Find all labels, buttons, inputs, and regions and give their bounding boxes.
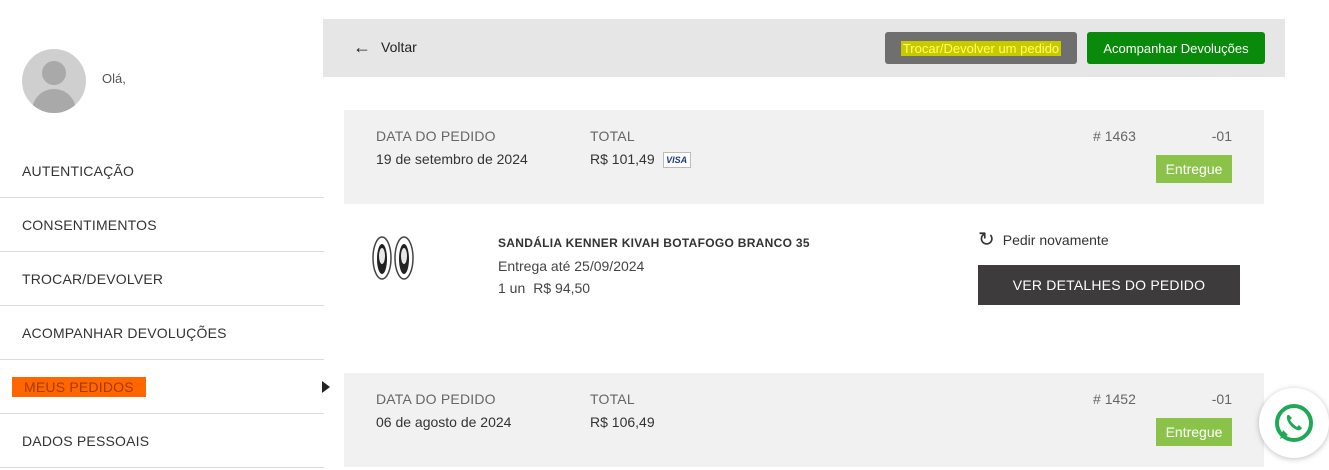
reorder-link[interactable]: ↻ Pedir novamente — [978, 230, 1109, 250]
whatsapp-button[interactable] — [1259, 388, 1329, 458]
acompanhar-devolucoes-button[interactable]: Acompanhar Devoluções — [1087, 32, 1265, 64]
product-quantity-price: 1 un R$ 94,50 — [498, 280, 590, 296]
order-date: 19 de setembro de 2024 — [376, 151, 528, 167]
order-item: SANDÁLIA KENNER KIVAH BOTAFOGO BRANCO 35… — [344, 204, 1264, 354]
sidebar-item-consentimentos[interactable]: CONSENTIMENTOS — [0, 198, 324, 252]
delivery-date: Entrega até 25/09/2024 — [498, 258, 645, 274]
order-date-label: DATA DO PEDIDO — [376, 391, 496, 407]
sidebar-item-label: DADOS PESSOAIS — [22, 432, 150, 449]
status-badge: Entregue — [1156, 418, 1232, 446]
order-number: # 1452 -01 — [1093, 391, 1232, 407]
user-profile: Olá, — [22, 48, 126, 114]
order-number-value: # 1463 — [1093, 128, 1136, 144]
sidebar-item-label: ACOMPANHAR DEVOLUÇÕES — [22, 324, 227, 341]
sidebar-item-trocar-devolver[interactable]: TROCAR/DEVOLVER — [0, 252, 324, 306]
caret-right-icon — [322, 380, 330, 393]
back-label: Voltar — [381, 39, 417, 55]
orders-toolbar: ← Voltar Trocar/Devolver um pedido Acomp… — [323, 19, 1285, 77]
account-menu: AUTENTICAÇÃO CONSENTIMENTOS TROCAR/DEVOL… — [0, 144, 330, 468]
sidebar-item-label: MEUS PEDIDOS — [12, 376, 146, 397]
order-date: 06 de agosto de 2024 — [376, 414, 512, 430]
sandal-product-image[interactable] — [370, 234, 416, 282]
product-name[interactable]: SANDÁLIA KENNER KIVAH BOTAFOGO BRANCO 35 — [498, 236, 810, 250]
order-details-button[interactable]: VER DETALHES DO PEDIDO — [978, 265, 1240, 305]
product-quantity: 1 un — [498, 280, 526, 296]
sidebar-item-autenticacao[interactable]: AUTENTICAÇÃO — [0, 144, 324, 198]
refresh-icon: ↻ — [978, 229, 995, 251]
user-greeting: Olá, — [102, 70, 126, 86]
order-date-label: DATA DO PEDIDO — [376, 128, 496, 144]
order-total: R$ 106,49 — [590, 414, 655, 430]
trocar-devolver-button[interactable]: Trocar/Devolver um pedido — [885, 32, 1077, 64]
avatar — [22, 49, 86, 113]
sidebar-item-label: AUTENTICAÇÃO — [22, 162, 135, 179]
sidebar-item-label: TROCAR/DEVOLVER — [22, 270, 164, 287]
status-badge: Entregue — [1156, 155, 1232, 183]
whatsapp-icon — [1275, 404, 1313, 442]
order-number-value: # 1452 — [1093, 391, 1136, 407]
order-total-row: R$ 101,49 VISA — [590, 151, 691, 169]
back-link[interactable]: ← Voltar — [353, 38, 417, 56]
visa-card-icon: VISA — [662, 152, 691, 169]
order-total-label: TOTAL — [590, 391, 635, 407]
reorder-label: Pedir novamente — [1002, 232, 1109, 248]
order-total-label: TOTAL — [590, 128, 635, 144]
order-header: DATA DO PEDIDO 06 de agosto de 2024 TOTA… — [344, 373, 1264, 467]
trocar-devolver-label: Trocar/Devolver um pedido — [900, 40, 1062, 56]
sidebar-item-label: CONSENTIMENTOS — [22, 216, 157, 233]
order-number: # 1463 -01 — [1093, 128, 1232, 144]
order-total: R$ 101,49 — [590, 151, 655, 167]
sidebar-item-meus-pedidos[interactable]: MEUS PEDIDOS — [0, 360, 330, 414]
order-header: DATA DO PEDIDO 19 de setembro de 2024 TO… — [344, 110, 1264, 204]
product-price: R$ 94,50 — [533, 280, 591, 296]
order-number-suffix: -01 — [1211, 391, 1232, 407]
sidebar-item-dados-pessoais[interactable]: DADOS PESSOAIS — [0, 414, 324, 468]
sidebar-item-acompanhar-devolucoes[interactable]: ACOMPANHAR DEVOLUÇÕES — [0, 306, 324, 360]
order-number-suffix: -01 — [1211, 128, 1232, 144]
account-sidebar: Olá, AUTENTICAÇÃO CONSENTIMENTOS TROCAR/… — [0, 0, 330, 470]
arrow-left-icon: ← — [353, 37, 371, 57]
